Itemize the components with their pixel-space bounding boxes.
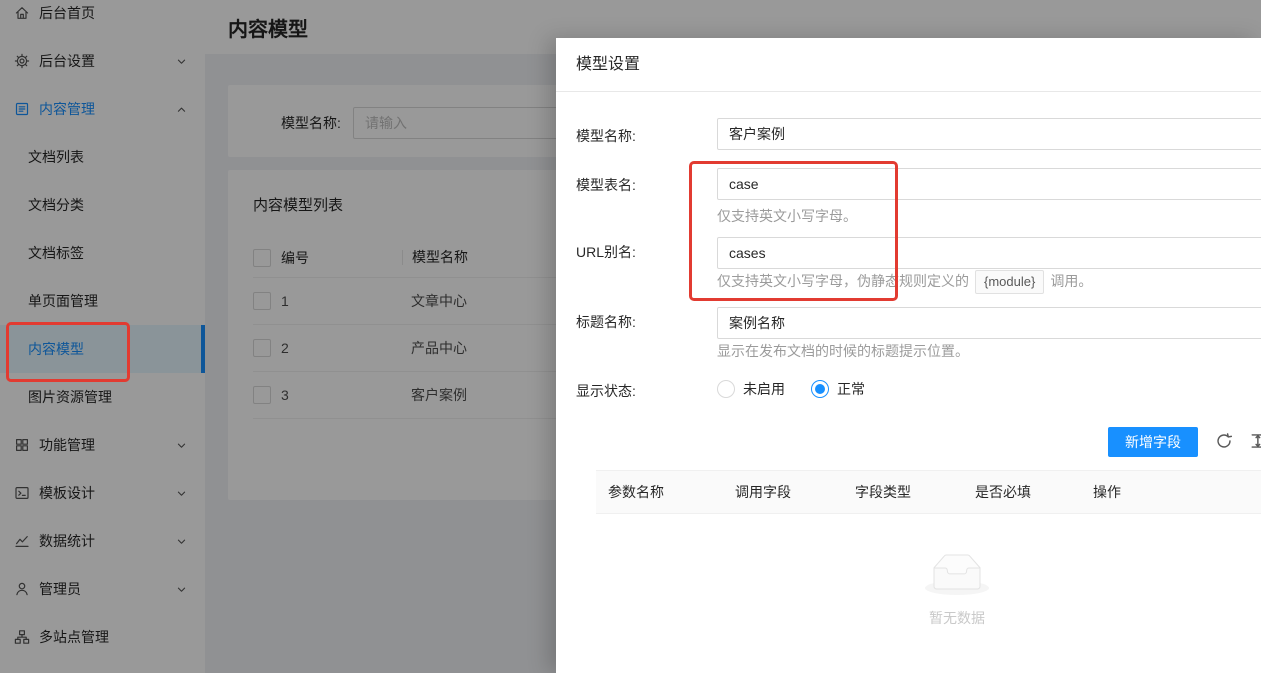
empty-text: 暂无数据 <box>929 610 985 626</box>
table-name-label: 模型表名: <box>576 177 636 193</box>
display-status-label: 显示状态: <box>576 383 636 399</box>
title-name-input[interactable] <box>717 307 1261 339</box>
title-name-label: 标题名称: <box>576 314 636 330</box>
url-alias-input[interactable] <box>717 237 1261 269</box>
table-name-hint: 仅支持英文小写字母。 <box>717 208 857 224</box>
title-name-hint: 显示在发布文档的时候的标题提示位置。 <box>717 343 969 359</box>
table-name-input[interactable] <box>717 168 1261 200</box>
url-alias-hint: 仅支持英文小写字母，伪静态规则定义的 {module} 调用。 <box>717 269 1093 295</box>
radio-disabled-label: 未启用 <box>743 381 785 397</box>
model-name-label: 模型名称: <box>576 128 636 144</box>
fields-col-call-field: 调用字段 <box>723 482 843 502</box>
drawer-title: 模型设置 <box>556 38 1261 92</box>
model-settings-drawer: 模型设置 模型名称: 模型表名: 仅支持英文小写字母。 URL别名: 仅支持英文… <box>556 38 1261 673</box>
url-alias-hint-suffix: 调用。 <box>1050 273 1093 289</box>
add-field-button[interactable]: 新增字段 <box>1108 427 1198 457</box>
column-height-icon[interactable] <box>1250 432 1261 450</box>
display-status-radio-group: 未启用 正常 <box>717 379 891 399</box>
url-alias-hint-prefix: 仅支持英文小写字母，伪静态规则定义的 <box>717 273 969 289</box>
fields-col-actions: 操作 <box>1081 482 1261 502</box>
radio-normal-label: 正常 <box>837 381 865 397</box>
fields-col-param-name: 参数名称 <box>608 484 664 500</box>
fields-col-field-type: 字段类型 <box>843 482 963 502</box>
fields-col-required: 是否必填 <box>963 482 1081 502</box>
module-tag: {module} <box>975 270 1045 295</box>
model-name-input[interactable] <box>717 118 1261 150</box>
radio-normal[interactable] <box>811 380 829 398</box>
fields-table-header: 参数名称 调用字段 字段类型 是否必填 操作 <box>596 470 1261 514</box>
url-alias-label: URL别名: <box>576 244 636 260</box>
empty-box-icon <box>925 554 989 595</box>
refresh-icon[interactable] <box>1215 432 1233 450</box>
app-root: 后台首页 后台设置 内容管理 文档列表 文档分类 文档标签 单页面管理 内容模型… <box>0 0 1261 673</box>
radio-disabled[interactable] <box>717 380 735 398</box>
